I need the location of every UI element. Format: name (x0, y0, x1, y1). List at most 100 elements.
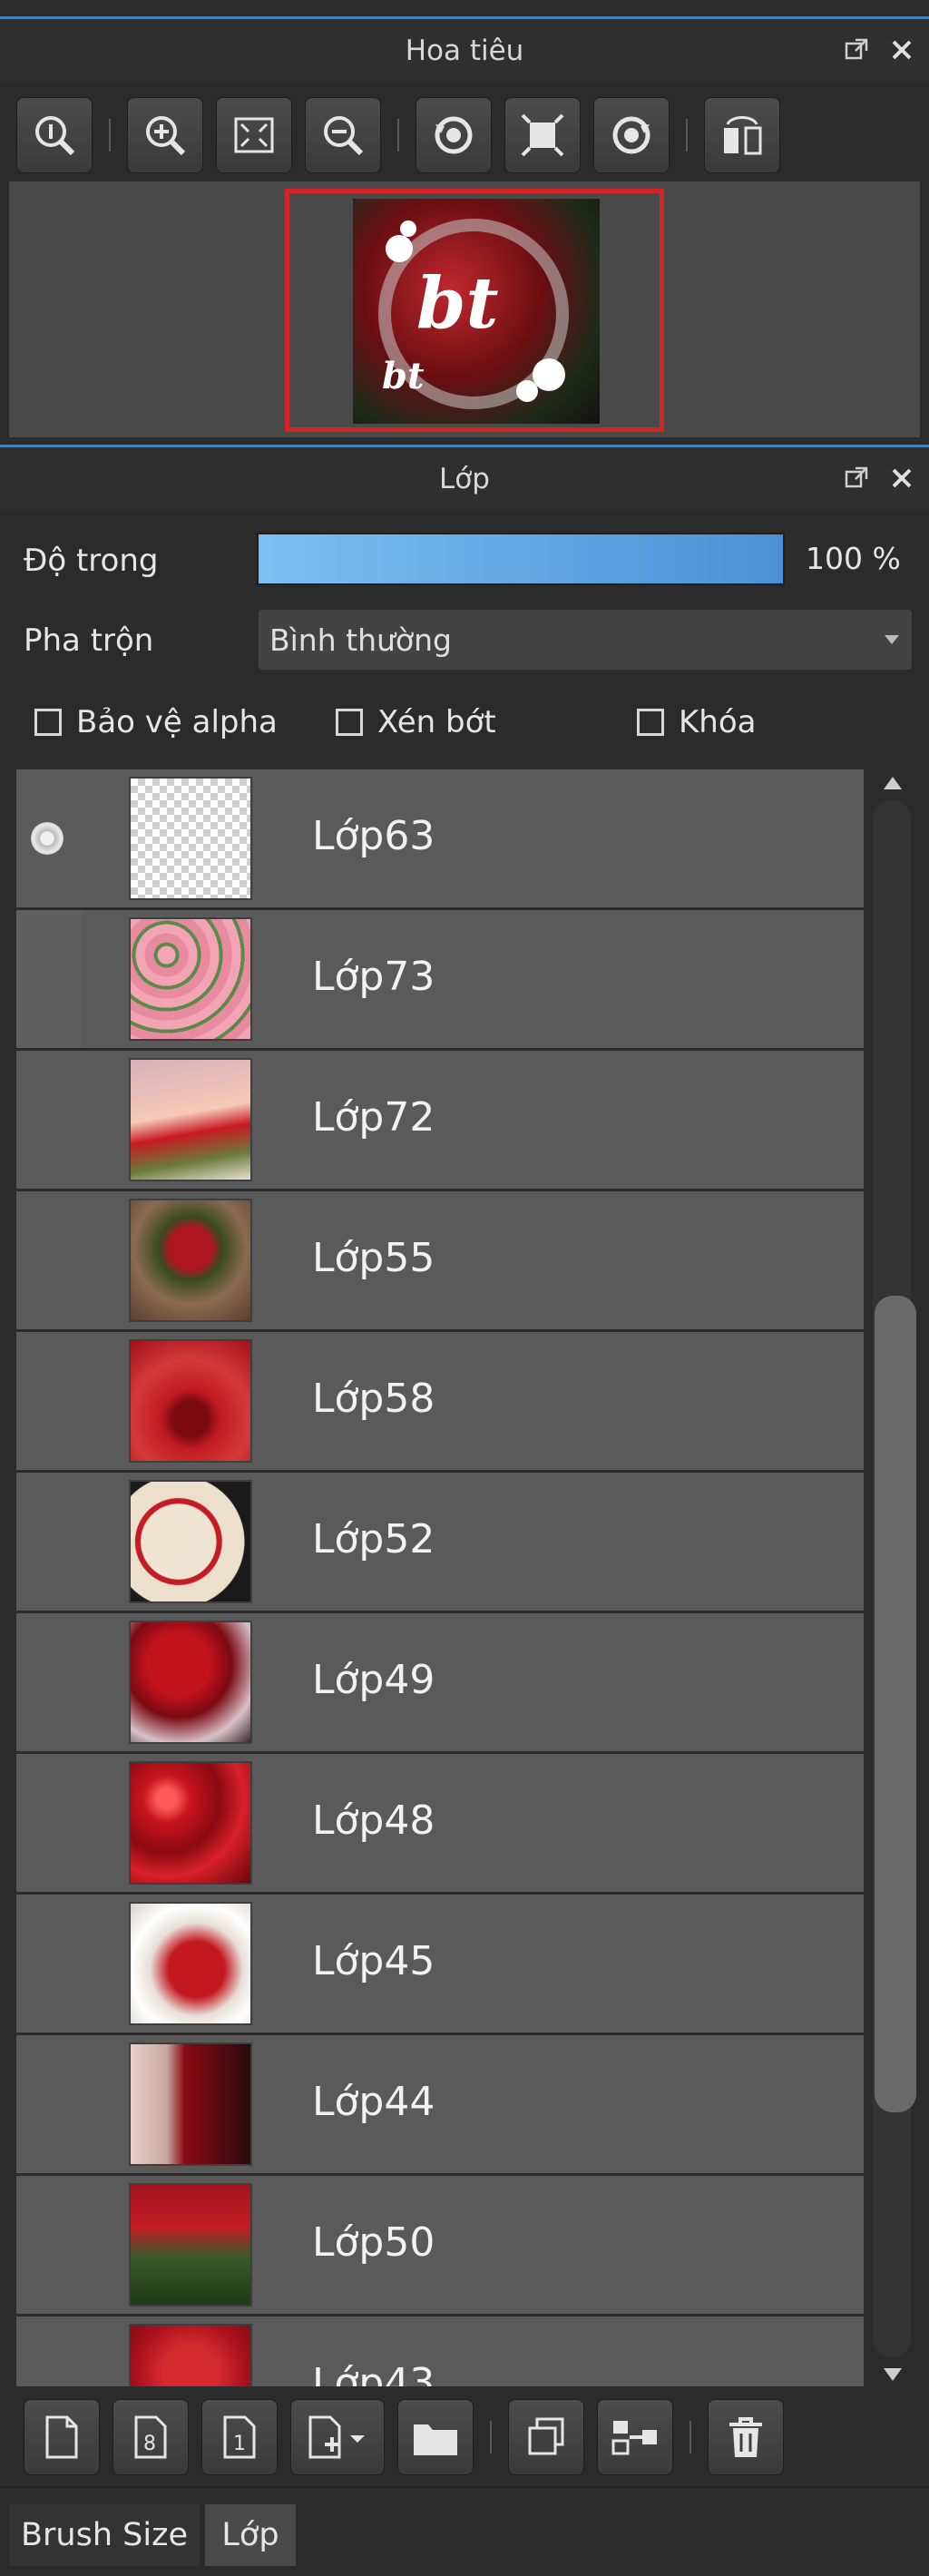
layer-row[interactable]: Lớp43 (16, 2316, 864, 2386)
zoom-actual-icon (35, 116, 75, 156)
new-1bit-layer-icon: 1 (223, 2415, 256, 2459)
navigator-title: Hoa tiêu (405, 34, 524, 67)
layer-name: Lớp73 (312, 954, 435, 1000)
checkbox-box[interactable] (34, 709, 62, 736)
scroll-down-icon[interactable] (884, 2368, 902, 2381)
svg-text:1: 1 (233, 2433, 246, 2455)
layer-row[interactable]: Lớp44 (16, 2035, 864, 2173)
duplicate-layer-button[interactable] (508, 2399, 584, 2475)
close-icon[interactable] (887, 35, 916, 64)
layer-thumbnail (129, 1339, 252, 1463)
layer-name: Lớp50 (312, 2219, 435, 2266)
new-8bit-layer-icon: 8 (134, 2415, 167, 2459)
protect-alpha-checkbox[interactable]: Bảo vệ alpha (34, 704, 278, 740)
tab-brush-size-label: Brush Size (21, 2517, 188, 2553)
layers-title: Lớp (439, 462, 490, 495)
layer-name: Lớp45 (312, 1938, 435, 1984)
decor-dot (386, 235, 413, 262)
layer-name: Lớp58 (312, 1376, 435, 1422)
opacity-label: Độ trong (24, 543, 159, 579)
layer-row[interactable]: Lớp48 (16, 1754, 864, 1892)
toolbar-separator (686, 119, 688, 152)
lock-label: Khóa (679, 704, 757, 740)
delete-layer-button[interactable] (708, 2399, 784, 2475)
tab-brush-size[interactable]: Brush Size (9, 2504, 200, 2566)
flip-horizontal-button[interactable] (704, 97, 780, 173)
layer-thumbnail (129, 2042, 252, 2166)
merge-down-button[interactable] (597, 2399, 673, 2475)
zoom-out-icon (324, 116, 364, 156)
rotate-left-icon (435, 116, 473, 154)
viewport-frame[interactable]: bt bt (285, 189, 664, 432)
new-layer-icon (45, 2415, 78, 2459)
layer-name: Lớp49 (312, 1657, 435, 1703)
zoom-in-icon (146, 116, 186, 156)
rotate-left-button[interactable] (416, 97, 492, 173)
add-layer-menu-button[interactable] (290, 2399, 385, 2475)
checkbox-box[interactable] (637, 709, 664, 736)
layer-thumbnail (129, 1902, 252, 2025)
layers-panel-header: Lớp (0, 445, 929, 510)
layer-name: Lớp48 (312, 1797, 435, 1844)
navigator-preview[interactable]: bt bt (9, 181, 920, 437)
popout-icon[interactable] (842, 35, 871, 64)
layer-list-scrollbar[interactable] (869, 769, 916, 2388)
layer-row[interactable]: Lớp45 (16, 1895, 864, 2032)
popout-icon[interactable] (842, 464, 871, 493)
svg-text:8: 8 (143, 2433, 156, 2455)
layer-row[interactable]: Lớp73 (16, 910, 864, 1048)
layer-row[interactable]: Lớp52 (16, 1473, 864, 1611)
layer-thumbnail (129, 2324, 252, 2386)
layer-row[interactable]: Lớp72 (16, 1051, 864, 1189)
fit-window-icon (521, 113, 564, 157)
chevron-down-icon (885, 635, 899, 644)
tab-layers[interactable]: Lớp (205, 2504, 296, 2566)
new-folder-button[interactable] (397, 2399, 474, 2475)
layer-thumbnail (129, 1199, 252, 1322)
merge-down-icon (611, 2421, 657, 2455)
duplicate-icon (528, 2417, 564, 2455)
layer-row[interactable]: Lớp63 (16, 769, 864, 907)
preview-text-small: bt (382, 355, 425, 397)
layer-row[interactable]: Lớp50 (16, 2176, 864, 2314)
zoom-actual-button[interactable] (16, 97, 93, 173)
fit-screen-button[interactable] (216, 97, 292, 173)
navigator-panel-header: Hoa tiêu (0, 16, 929, 82)
clipping-label: Xén bớt (377, 704, 496, 740)
flip-horizontal-icon (724, 116, 762, 155)
close-icon[interactable] (887, 464, 916, 493)
new-8bit-layer-button[interactable]: 8 (112, 2399, 189, 2475)
layer-name: Lớp55 (312, 1235, 435, 1281)
rotate-right-button[interactable] (593, 97, 670, 173)
blend-mode-label: Pha trộn (24, 622, 154, 659)
layer-name: Lớp43 (312, 2360, 435, 2386)
layer-row[interactable]: Lớp49 (16, 1613, 864, 1751)
clipping-checkbox[interactable]: Xén bớt (336, 704, 496, 740)
layer-toolbar: 8 1 (0, 2392, 929, 2483)
layer-thumbnail (129, 1058, 252, 1181)
add-layer-menu-icon (308, 2415, 365, 2459)
visibility-toggle[interactable] (16, 910, 82, 1048)
layer-row[interactable]: Lớp58 (16, 1332, 864, 1470)
scroll-thumb[interactable] (875, 1296, 916, 2112)
protect-alpha-label: Bảo vệ alpha (76, 704, 278, 740)
opacity-value: 100 % (806, 541, 901, 576)
lock-checkbox[interactable]: Khóa (637, 704, 756, 740)
fit-screen-icon (234, 117, 274, 153)
fit-window-button[interactable] (504, 97, 581, 173)
layer-list: Lớp63 Lớp73 Lớp72 Lớp55 Lớp58 Lớp52 Lớp4… (16, 769, 864, 2386)
opacity-slider[interactable] (257, 533, 785, 585)
checkbox-box[interactable] (336, 709, 363, 736)
visibility-icon[interactable] (31, 822, 64, 855)
folder-icon (414, 2424, 457, 2455)
layer-thumbnail (129, 777, 252, 900)
layer-row[interactable]: Lớp55 (16, 1191, 864, 1329)
new-layer-button[interactable] (24, 2399, 100, 2475)
zoom-out-button[interactable] (305, 97, 381, 173)
new-1bit-layer-button[interactable]: 1 (201, 2399, 278, 2475)
scroll-up-icon[interactable] (884, 777, 902, 789)
tab-layers-label: Lớp (221, 2517, 279, 2553)
blend-mode-select[interactable]: Bình thường (259, 610, 912, 670)
panel-tabs: Brush Size Lớp (0, 2486, 929, 2576)
zoom-in-button[interactable] (127, 97, 203, 173)
